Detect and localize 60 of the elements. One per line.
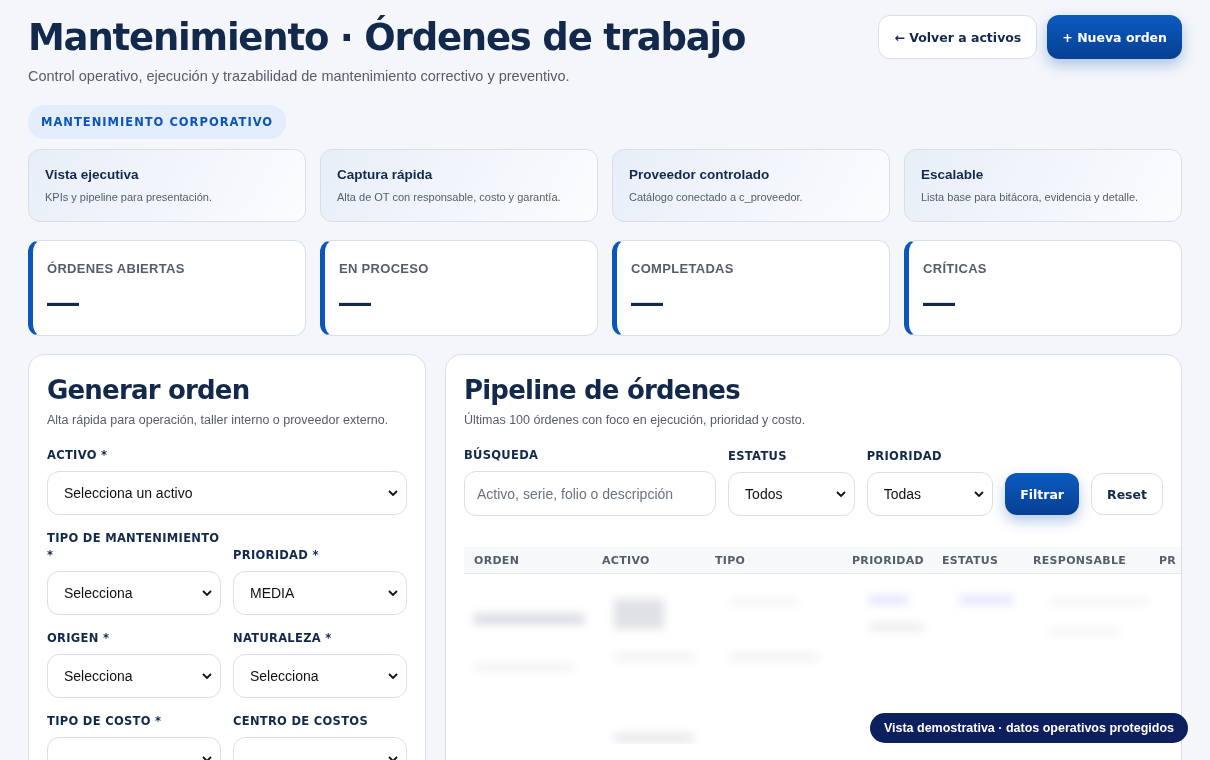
field-label: PRIORIDAD * [233,547,320,564]
field-label: ESTATUS [728,448,788,465]
field-label: ACTIVO * [47,447,109,464]
toast-message: Vista demostrativa · datos operativos protegidos [869,713,1188,743]
page-title: Mantenimiento · Órdenes de trabajo [28,14,746,61]
reset-button[interactable]: Reset [1091,473,1163,515]
feature-text: Lista base para bitácora, evidencia y detalle. [921,191,1140,203]
feature-title: Escalable [921,167,985,182]
column-header: PR [1159,553,1178,567]
chevron-icon [388,490,398,496]
feature-text: KPIs y pipeline para presentación. [45,191,213,203]
chevron-icon [835,491,846,497]
back-button[interactable]: ← Volver a activos [878,15,1038,59]
kpi-value: — [923,284,956,320]
chevron-icon [202,590,212,596]
feature-title: Proveedor controlado [629,167,771,182]
chevron-icon [388,590,398,596]
field-label: NATURALEZA * [233,630,333,647]
kpi-value: — [339,284,372,320]
feature-title: Captura rápida [337,167,434,182]
kpi-label: ÓRDENES ABIERTAS [47,261,186,276]
select-field[interactable]: Selecciona un activo [47,471,407,515]
field-label: ORIGEN * [47,630,111,647]
column-header: TIPO [715,553,747,567]
feature-title: Vista ejecutiva [45,167,140,182]
status-select[interactable]: Todos [728,472,855,516]
field-label: BÚSQUEDA [464,447,540,464]
chevron-icon [388,673,398,679]
column-header: ORDEN [474,553,521,567]
column-header: ESTATUS [942,553,1000,567]
pipeline-title: Pipeline de órdenes [464,375,741,405]
kpi-value: — [47,284,80,320]
new-order-button[interactable]: + Nueva orden [1047,15,1182,59]
field-label: CENTRO DE COSTOS [233,713,369,730]
select-field[interactable]: Selecciona [47,571,221,615]
kpi-value: — [631,284,664,320]
filter-button[interactable]: Filtrar [1005,473,1079,515]
chevron-icon [974,491,985,497]
select-field[interactable]: Selecciona [233,654,407,698]
kpi-label: EN PROCESO [339,261,430,276]
section-badge: MANTENIMIENTO CORPORATIVO [28,105,287,139]
chevron-icon [202,673,212,679]
form-subtitle: Alta rápida para operación, taller interno o proveedor externo. [47,413,390,427]
column-header: RESPONSABLE [1033,553,1128,567]
select-field[interactable]: Selecciona [47,654,221,698]
form-title: Generar orden [47,375,251,405]
field-label: TIPO DE MANTENIMIENTO * [47,530,221,564]
field-label: PRIORIDAD [866,448,943,465]
field-label: TIPO DE COSTO * [47,713,163,730]
page-subtitle: Control operativo, ejecución y trazabilidad de mantenimiento correctivo y preventivo. [28,68,571,84]
search-field[interactable]: Activo, serie, folio o descripción [464,471,717,516]
column-header: PRIORIDAD [852,553,925,567]
feature-text: Alta de OT con responsable, costo y garantía. [337,191,562,203]
kpi-label: CRÍTICAS [923,261,988,276]
feature-text: Catálogo conectado a c_proveedor. [629,191,804,203]
column-header: ACTIVO [602,553,651,567]
kpi-label: COMPLETADAS [631,261,735,276]
priority-select[interactable]: Todas [866,472,994,516]
select-field[interactable]: MEDIA [233,571,407,615]
pipeline-subtitle: Últimas 100 órdenes con foco en ejecución, prioridad y costo. [464,413,807,427]
